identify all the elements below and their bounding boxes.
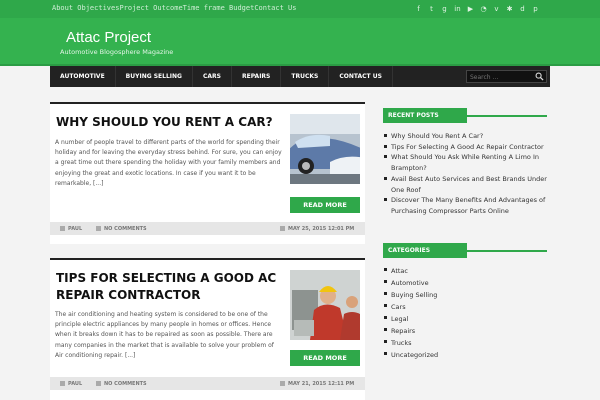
search-input[interactable]: [470, 73, 530, 81]
post-meta: Paul No Comments May 25, 2015 12:01 PM: [50, 222, 365, 235]
digg-icon[interactable]: d: [518, 5, 527, 13]
category-link[interactable]: Cars: [383, 301, 553, 313]
youtube-icon[interactable]: ▶: [466, 5, 475, 13]
post-card: Tips For Selecting A Good AC Repair Cont…: [50, 258, 365, 400]
category-link[interactable]: Legal: [383, 313, 553, 325]
category-link[interactable]: Buying Selling: [383, 289, 553, 301]
pinterest-icon[interactable]: p: [531, 5, 540, 13]
linkedin-icon[interactable]: in: [453, 5, 462, 13]
search-box: [466, 70, 547, 83]
rss-icon[interactable]: ◔: [479, 5, 488, 13]
author-icon: [60, 381, 65, 386]
post-comments[interactable]: No Comments: [104, 226, 147, 232]
nav-item-contact-us[interactable]: Contact Us: [329, 66, 393, 87]
widget-title-label: Recent Posts: [383, 108, 467, 123]
google-plus-icon[interactable]: g: [440, 5, 449, 13]
categories-title: Categories: [383, 237, 547, 258]
comments-icon: [96, 381, 101, 386]
nav-item-automotive[interactable]: Automotive: [50, 66, 116, 87]
site-title[interactable]: Attac Project: [66, 29, 151, 46]
recent-post-link[interactable]: Why Should You Rent A Car?: [383, 131, 553, 142]
comments-icon: [96, 226, 101, 231]
top-menu: About ObjectivesProject OutcomeTime fram…: [52, 4, 296, 12]
author-icon: [60, 226, 65, 231]
yelp-icon[interactable]: ✱: [505, 5, 514, 13]
recent-post-link[interactable]: Discover The Many Benefits And Advantage…: [383, 195, 553, 216]
site-header: Attac Project Automotive Blogosphere Mag…: [0, 18, 600, 66]
calendar-icon: [280, 226, 285, 231]
post-meta: Paul No Comments May 21, 2015 12:11 PM: [50, 377, 365, 390]
vimeo-icon[interactable]: v: [492, 5, 501, 13]
nav-item-trucks[interactable]: Trucks: [281, 66, 330, 87]
recent-post-link[interactable]: Tips For Selecting A Good Ac Repair Cont…: [383, 142, 553, 153]
category-link[interactable]: Trucks: [383, 337, 553, 349]
post-thumbnail-ac-repair[interactable]: [290, 270, 360, 340]
twitter-icon[interactable]: t: [427, 5, 436, 13]
post-date: May 21, 2015 12:11 PM: [288, 381, 355, 387]
category-link[interactable]: Uncategorized: [383, 349, 553, 361]
facebook-icon[interactable]: f: [414, 5, 423, 13]
social-icons: f t g in ▶ ◔ v ✱ d p: [410, 5, 540, 13]
top-menu-time-frame[interactable]: Time frame: [183, 4, 225, 12]
post-comments[interactable]: No Comments: [104, 381, 147, 387]
nav-item-buying-selling[interactable]: Buying Selling: [116, 66, 193, 87]
recent-post-link[interactable]: What Should You Ask While Renting A Limo…: [383, 152, 553, 173]
post-title[interactable]: Tips For Selecting A Good AC Repair Cont…: [56, 270, 281, 304]
category-link[interactable]: Attac: [383, 265, 553, 277]
top-menu-contact-us[interactable]: Contact Us: [254, 4, 296, 12]
post-excerpt: The air conditioning and heating system …: [55, 311, 274, 359]
post-title[interactable]: Why Should You Rent A Car?: [56, 114, 281, 131]
category-link[interactable]: Automotive: [383, 277, 553, 289]
recent-posts-title: Recent Posts: [383, 102, 547, 123]
recent-post-link[interactable]: Avail Best Auto Services and Best Brands…: [383, 174, 553, 195]
search-icon[interactable]: [535, 72, 544, 81]
categories-list: Attac Automotive Buying Selling Cars Leg…: [383, 265, 553, 361]
nav-item-cars[interactable]: Cars: [193, 66, 232, 87]
top-menu-budget[interactable]: Budget: [229, 4, 254, 12]
read-more-button[interactable]: Read More: [290, 350, 360, 366]
recent-posts-list: Why Should You Rent A Car? Tips For Sele…: [383, 131, 553, 217]
post-author[interactable]: Paul: [68, 381, 82, 387]
widget-title-label: Categories: [383, 243, 467, 258]
category-link[interactable]: Repairs: [383, 325, 553, 337]
post-excerpt: A number of people travel to different p…: [55, 139, 282, 187]
post-date: May 25, 2015 12:01 PM: [288, 226, 355, 232]
top-bar: About ObjectivesProject OutcomeTime fram…: [0, 0, 600, 18]
post-author[interactable]: Paul: [68, 226, 82, 232]
top-menu-about-objectives[interactable]: About Objectives: [52, 4, 119, 12]
site-tagline: Automotive Blogosphere Magazine: [60, 48, 174, 56]
top-menu-project-outcome[interactable]: Project Outcome: [119, 4, 182, 12]
read-more-button[interactable]: Read More: [290, 197, 360, 213]
post-card: Why Should You Rent A Car? A number of p…: [50, 102, 365, 244]
nav-item-repairs[interactable]: Repairs: [232, 66, 282, 87]
calendar-icon: [280, 381, 285, 386]
post-thumbnail-cars[interactable]: [290, 114, 360, 184]
